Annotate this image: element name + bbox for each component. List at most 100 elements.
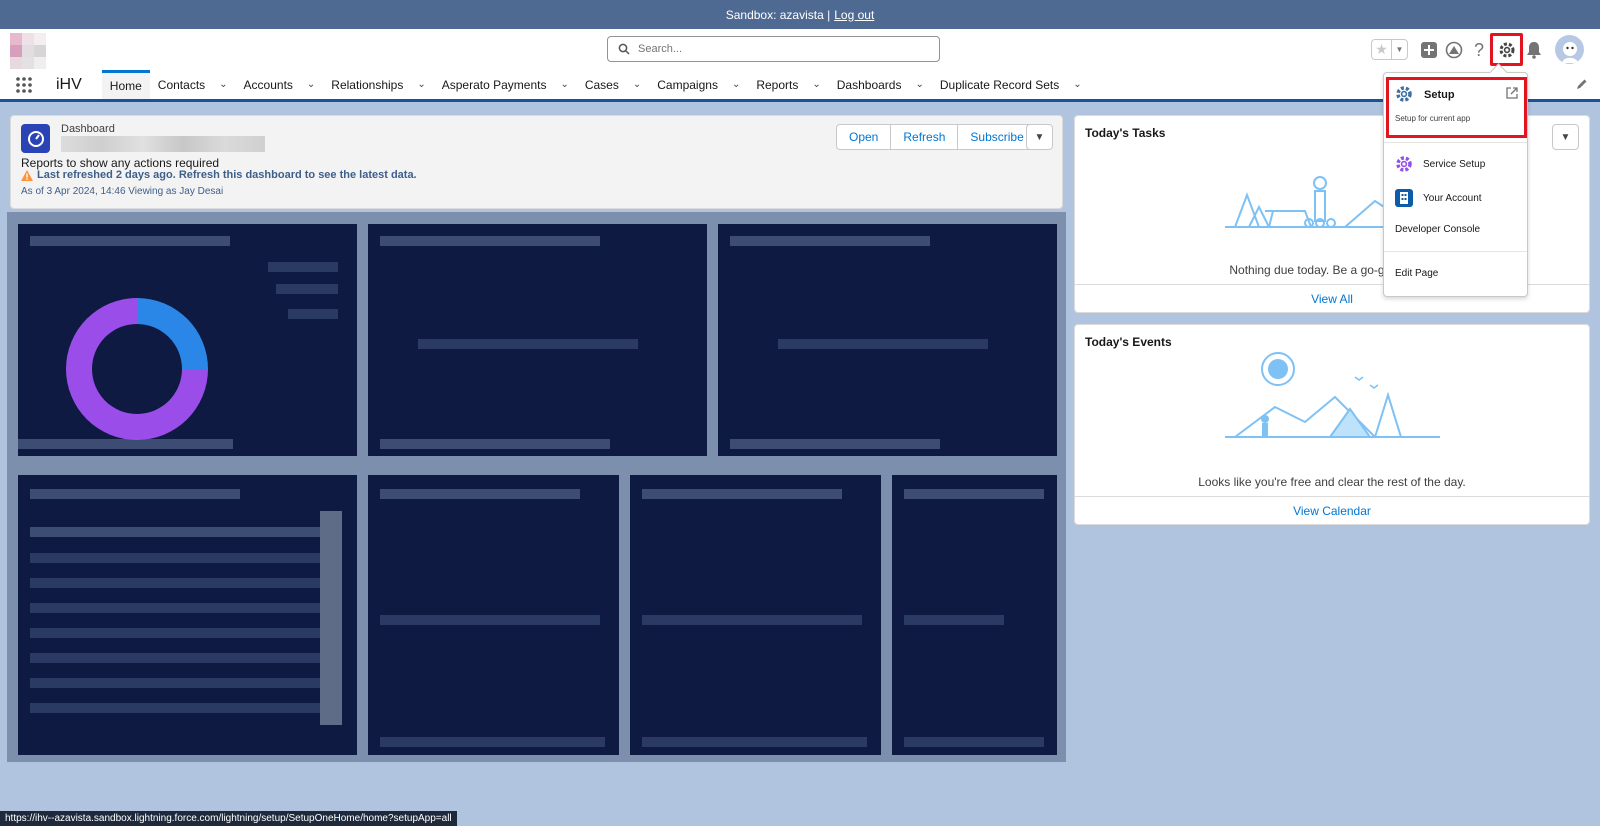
tab-contacts[interactable]: Contacts ⌄: [150, 70, 236, 99]
tab-relationships[interactable]: Relationships ⌄: [323, 70, 433, 99]
tab-accounts[interactable]: Accounts ⌄: [236, 70, 324, 99]
search-icon: [618, 43, 630, 55]
dashboard-component-6[interactable]: [630, 475, 881, 755]
logout-link[interactable]: Log out: [834, 8, 874, 22]
dashboard-icon: [21, 124, 50, 153]
tab-label: Reports: [756, 77, 799, 92]
dashboard-more-actions[interactable]: ▼: [1026, 124, 1053, 150]
scrollbar[interactable]: [320, 511, 342, 725]
setup-gear-highlight[interactable]: [1490, 33, 1523, 66]
trailhead-icon[interactable]: [1443, 39, 1465, 61]
developer-console-menu-item[interactable]: Developer Console: [1395, 224, 1480, 235]
your-account-menu-item[interactable]: Your Account: [1395, 189, 1482, 207]
app-launcher-icon[interactable]: [0, 70, 48, 99]
setup-dropdown-menu: Setup Setup for current app Service Setu…: [1383, 72, 1528, 297]
redacted-line: [642, 615, 862, 625]
tab-asperato-payments[interactable]: Asperato Payments ⌄: [434, 70, 577, 99]
tab-label: Contacts: [157, 77, 206, 92]
menu-divider: [1384, 142, 1527, 143]
redacted-line: [904, 489, 1044, 499]
warning-icon: [21, 169, 33, 181]
status-bar-url: https://ihv--azavista.sandbox.lightning.…: [0, 811, 457, 826]
redacted-line: [30, 628, 320, 638]
menu-item-label: Your Account: [1423, 192, 1482, 204]
subscribe-button[interactable]: Subscribe: [958, 125, 1035, 149]
edit-nav-pencil-icon[interactable]: [1576, 78, 1588, 93]
dashboard-as-of: As of 3 Apr 2024, 14:46 Viewing as Jay D…: [21, 186, 224, 197]
chevron-down-icon[interactable]: ⌄: [1073, 79, 1081, 90]
card-title: Today's Tasks: [1085, 126, 1166, 140]
dashboard-component-7[interactable]: [892, 475, 1057, 755]
events-illustration: [1225, 352, 1440, 438]
chevron-down-icon[interactable]: ⌄: [732, 79, 740, 90]
org-logo[interactable]: [10, 33, 60, 69]
tab-duplicate-record-sets[interactable]: Duplicate Record Sets ⌄: [932, 70, 1090, 99]
setup-gear-icon[interactable]: [1498, 41, 1516, 59]
open-button[interactable]: Open: [837, 125, 892, 149]
redacted-line: [30, 703, 320, 713]
dashboard-title-redacted: [61, 136, 265, 152]
redacted-line: [380, 615, 600, 625]
external-link-icon[interactable]: [1506, 87, 1518, 102]
dashboard-component-4[interactable]: [18, 475, 357, 755]
dashboard-component-5[interactable]: [368, 475, 619, 755]
chevron-down-icon[interactable]: ⌄: [417, 79, 425, 90]
favorites-star-icon[interactable]: ★: [1372, 40, 1392, 59]
todays-events-card: Today's Events Looks like you're free an…: [1074, 324, 1590, 525]
dashboard-label: Dashboard: [61, 123, 115, 135]
events-empty-message: Looks like you're free and clear the res…: [1198, 475, 1466, 489]
redacted-line: [30, 489, 240, 499]
card-title: Today's Events: [1085, 335, 1172, 349]
tab-reports[interactable]: Reports ⌄: [748, 70, 828, 99]
redacted-line: [30, 653, 320, 663]
chevron-down-icon[interactable]: ⌄: [560, 79, 568, 90]
help-icon[interactable]: ?: [1468, 39, 1490, 61]
building-icon: [1395, 189, 1413, 207]
refresh-button[interactable]: Refresh: [891, 125, 959, 149]
chevron-down-icon[interactable]: ⌄: [307, 79, 315, 90]
favorites-group[interactable]: ★ ▼: [1371, 39, 1408, 60]
chevron-down-icon[interactable]: ⌄: [812, 79, 820, 90]
global-search[interactable]: Search...: [607, 36, 940, 62]
redacted-line: [380, 737, 605, 747]
menu-item-label: Edit Page: [1395, 268, 1439, 279]
redacted-line: [30, 236, 230, 246]
tab-label: Cases: [584, 77, 619, 92]
nav-tabs: Home Contacts ⌄ Accounts ⌄ Relationships ⌄ …: [101, 70, 1090, 99]
favorites-caret-icon[interactable]: ▼: [1392, 40, 1407, 59]
add-icon[interactable]: [1418, 39, 1440, 61]
tab-home[interactable]: Home: [101, 70, 150, 99]
setup-menu-item[interactable]: Setup: [1424, 89, 1455, 101]
tab-label: Relationships: [331, 77, 404, 92]
dashboard-component-2[interactable]: [368, 224, 707, 456]
redacted-line: [288, 309, 338, 319]
menu-divider: [1384, 251, 1527, 252]
redacted-line: [30, 553, 320, 563]
tab-label: Campaigns: [657, 77, 718, 92]
tasks-menu-button[interactable]: ▼: [1552, 124, 1579, 150]
notifications-bell-icon[interactable]: [1523, 39, 1545, 61]
redacted-line: [30, 603, 320, 613]
chevron-down-icon[interactable]: ⌄: [219, 79, 227, 90]
dashboard-button-group: Open Refresh Subscribe: [836, 124, 1037, 150]
setup-gear-icon: [1395, 85, 1413, 106]
redacted-line: [30, 527, 330, 537]
view-calendar-link[interactable]: View Calendar: [1075, 496, 1589, 524]
donut-chart[interactable]: [66, 298, 208, 440]
dashboard-component-3[interactable]: [718, 224, 1057, 456]
redacted-line: [642, 489, 842, 499]
tab-cases[interactable]: Cases ⌄: [577, 70, 649, 99]
chevron-down-icon[interactable]: ⌄: [633, 79, 641, 90]
user-avatar[interactable]: [1555, 35, 1584, 64]
tab-campaigns[interactable]: Campaigns ⌄: [649, 70, 748, 99]
tab-label: Asperato Payments: [441, 77, 547, 92]
chevron-down-icon: ▼: [1034, 131, 1045, 143]
edit-page-menu-item[interactable]: Edit Page: [1395, 268, 1438, 279]
tab-dashboards[interactable]: Dashboards ⌄: [829, 70, 932, 99]
dashboard-header: Dashboard Reports to show any actions re…: [10, 115, 1063, 209]
service-setup-menu-item[interactable]: Service Setup: [1395, 155, 1485, 173]
menu-item-label: Service Setup: [1423, 158, 1486, 170]
app-name: iHV: [56, 75, 82, 93]
setup-menu-subtitle: Setup for current app: [1395, 114, 1471, 123]
chevron-down-icon[interactable]: ⌄: [915, 79, 923, 90]
